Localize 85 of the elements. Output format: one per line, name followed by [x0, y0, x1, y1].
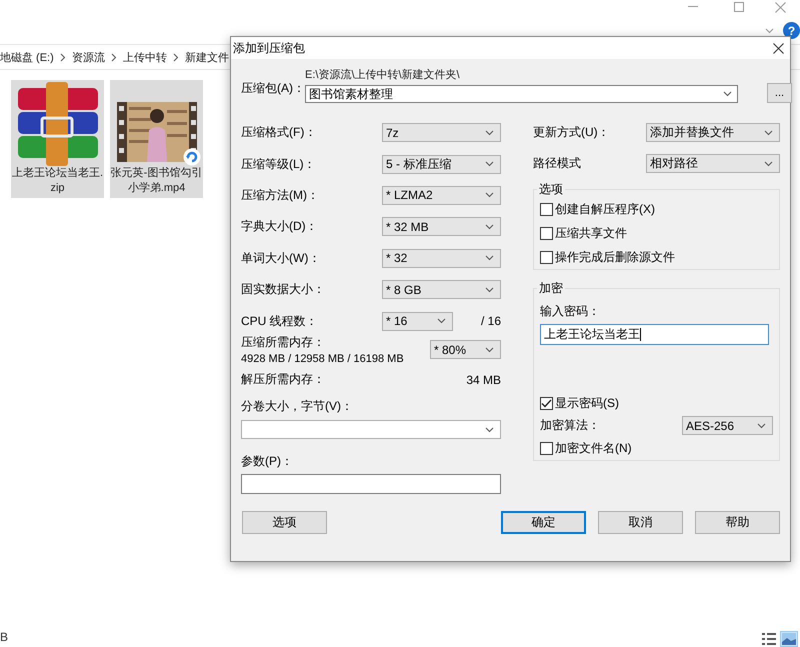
memory-usage: 4928 MB / 12958 MB / 16198 MB: [241, 353, 404, 366]
field-label: 压缩包(A)：: [241, 80, 305, 96]
field-label: 参数(P)：: [241, 453, 294, 470]
archive-name-field[interactable]: 图书馆素材整理: [305, 85, 738, 103]
field-label: 输入密码：: [540, 303, 601, 320]
checkbox-label: 加密文件名(N): [555, 440, 632, 456]
chevron-icon: [485, 224, 494, 230]
dropdown[interactable]: 5 - 标准压缩: [382, 154, 501, 174]
checkbox[interactable]: [540, 250, 553, 264]
dropdown[interactable]: AES-256: [682, 416, 773, 435]
dropdown[interactable]: * 32: [382, 248, 501, 268]
dropdown[interactable]: * 8 GB: [382, 280, 501, 300]
dropdown[interactable]: * 80%: [430, 340, 501, 360]
chevron-icon: [485, 130, 494, 136]
chevron-icon: [485, 255, 494, 262]
browse-button[interactable]: ...: [767, 83, 792, 103]
breadcrumb-item[interactable]: 新建文件: [184, 50, 229, 64]
file-item[interactable]: 张元英-图书馆勾引小学弟.mp4: [110, 80, 203, 198]
options-button[interactable]: 选项: [242, 511, 327, 534]
field-label: 字典大小(D)：: [241, 218, 318, 236]
chevron-icon: [485, 346, 494, 353]
chevron-right-icon: [60, 52, 66, 62]
field-label: 分卷大小，字节(V)：: [241, 398, 354, 415]
chevron-icon: [485, 192, 494, 198]
chevron-icon: [485, 426, 494, 433]
thread-total: / 16: [480, 314, 501, 328]
window-title: 添加到压缩包: [233, 40, 305, 56]
group-title: 加密: [538, 280, 564, 297]
breadcrumb-item[interactable]: 上传中转: [122, 50, 167, 64]
dialog-button[interactable]: 取消: [598, 511, 683, 534]
field-label: 单词大小(W)：: [241, 250, 320, 267]
field-label: 固实数据大小：: [241, 281, 325, 298]
status-text: B: [0, 630, 8, 644]
checkbox-label: 创建自解压程序(X): [555, 200, 655, 218]
dropdown[interactable]: 7z: [382, 123, 501, 142]
dropdown[interactable]: 添加并替换文件: [646, 123, 780, 142]
dialog-button[interactable]: 帮助: [695, 511, 780, 534]
chevron-icon: [485, 286, 494, 293]
field-label: 压缩格式(F)：: [241, 124, 316, 142]
breadcrumb-item[interactable]: 地磁盘 (E:): [0, 50, 54, 64]
maximize-icon[interactable]: [734, 2, 744, 12]
details-view-button[interactable]: [760, 631, 778, 647]
chevron-icon: [757, 422, 766, 428]
field-label: 压缩等级(L)：: [241, 156, 316, 173]
field-label: 压缩所需内存：: [241, 334, 326, 352]
file-name: 上老王论坛当老王.zip: [12, 166, 104, 196]
file-item[interactable]: 上老王论坛当老王.zip: [11, 80, 104, 198]
parameters-field[interactable]: [241, 474, 501, 494]
chevron-right-icon: [172, 52, 179, 62]
field-label: 更新方式(U)：: [533, 124, 610, 141]
chevron-right-icon: [110, 52, 117, 62]
checkbox[interactable]: [540, 202, 553, 216]
archive-path: E:\资源流\上传中转\新建文件夹\: [305, 68, 461, 82]
checkbox[interactable]: [540, 396, 553, 410]
password-field[interactable]: 上老王论坛当老王: [540, 324, 769, 345]
thumbnails-view-button[interactable]: [780, 631, 798, 647]
dropdown[interactable]: * 16: [382, 312, 453, 331]
group-title: 选项: [538, 181, 564, 198]
dropdown[interactable]: * 32 MB: [382, 217, 501, 236]
field-label: 路径模式: [533, 155, 581, 172]
memory-value: 34 MB: [466, 372, 501, 387]
field-label: 压缩方法(M)：: [241, 186, 319, 204]
file-name: 张元英-图书馆勾引小学弟.mp4: [110, 166, 202, 196]
chevron-icon: [485, 161, 494, 168]
checkbox[interactable]: [540, 442, 553, 454]
checkbox-label: 显示密码(S): [555, 394, 619, 412]
field-label: CPU 线程数：: [241, 312, 318, 330]
breadcrumb-item[interactable]: 资源流: [72, 50, 105, 64]
chevron-icon: [437, 318, 446, 324]
dropdown[interactable]: * LZMA2: [382, 186, 501, 205]
archive-icon: [16, 82, 100, 166]
checkbox[interactable]: [540, 226, 553, 240]
dropdown[interactable]: 相对路径: [646, 154, 780, 173]
checkbox-label: 操作完成后删除源文件: [555, 248, 675, 266]
close-icon[interactable]: [773, 42, 784, 54]
chevron-icon: [723, 91, 732, 97]
chevron-icon: [764, 160, 773, 166]
sync-icon: [182, 148, 200, 166]
field-label: 加密算法：: [540, 417, 600, 434]
help-button[interactable]: ?: [783, 22, 800, 39]
checkbox-label: 压缩共享文件: [555, 224, 627, 242]
chevron-down-icon[interactable]: [765, 28, 774, 34]
field-label: 解压所需内存：: [241, 371, 325, 388]
chevron-icon: [764, 130, 773, 136]
dialog-button[interactable]: 确定: [501, 511, 586, 534]
